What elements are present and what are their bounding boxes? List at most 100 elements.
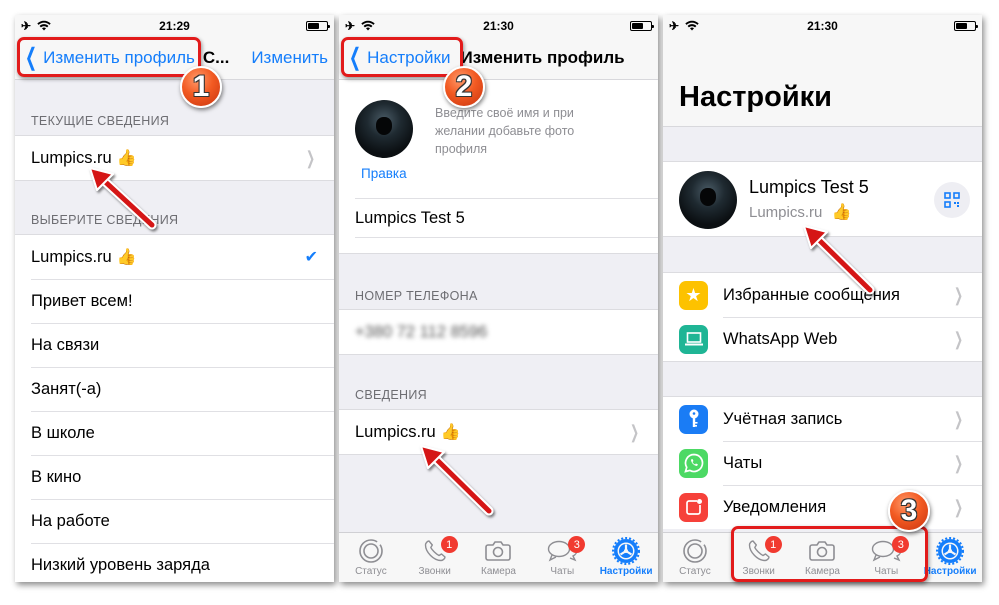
- avatar: [679, 171, 737, 229]
- qr-code-icon: [944, 192, 960, 208]
- phone-number-row: +380 72 112 8596: [339, 310, 658, 354]
- status-icon: [359, 539, 383, 563]
- tab-label: Настройки: [923, 566, 977, 577]
- edit-button[interactable]: Изменить: [251, 48, 328, 68]
- chevron-left-icon: ❮: [25, 43, 38, 71]
- menu-label: Учётная запись: [723, 409, 843, 428]
- qr-code-button[interactable]: [934, 182, 970, 218]
- profile-name: Lumpics Test 5: [749, 177, 869, 197]
- about-option[interactable]: Низкий уровень заряда: [15, 543, 334, 582]
- about-option[interactable]: В кино: [15, 455, 334, 499]
- menu-label: WhatsApp Web: [723, 329, 838, 348]
- tab-label: Камера: [805, 566, 840, 577]
- status-icon: [683, 539, 707, 563]
- phone-group: +380 72 112 8596: [339, 309, 658, 355]
- wifi-icon: [37, 20, 51, 31]
- menu-starred-messages[interactable]: ★ Избранные сообщения ❯: [663, 273, 982, 317]
- calls-badge: 1: [764, 536, 782, 553]
- status-bar: ✈ 21:30: [339, 15, 658, 36]
- screen-settings: ✈ 21:30 Настройки Lumpics Test 5 Lumpics…: [663, 15, 982, 582]
- option-label: На работе: [31, 511, 110, 530]
- avatar[interactable]: [355, 100, 413, 158]
- option-label: В школе: [31, 423, 95, 442]
- page-title: Настройки: [679, 81, 833, 113]
- status-bar: ✈ 21:30: [663, 15, 982, 36]
- profile-status-text: Lumpics.ru: [749, 204, 823, 221]
- menu-account[interactable]: Учётная запись ❯: [663, 397, 982, 441]
- about-option[interactable]: Занят(-а): [15, 367, 334, 411]
- thumbs-up-icon: 👍: [831, 204, 852, 221]
- about-option[interactable]: Lumpics.ru 👍 ✔: [15, 235, 334, 279]
- screen-edit-profile: ✈ 21:30 ❮ Настройки Изменить профиль Вве…: [339, 15, 658, 582]
- tab-camera[interactable]: Камера: [791, 533, 855, 582]
- about-option[interactable]: Привет всем!: [15, 279, 334, 323]
- chevron-right-icon: ❯: [953, 496, 963, 517]
- menu-whatsapp-web[interactable]: WhatsApp Web ❯: [663, 317, 982, 361]
- option-label: На связи: [31, 335, 100, 354]
- profile-hint: Введите своё имя и при желании добавьте …: [435, 106, 575, 156]
- option-label: Привет всем!: [31, 291, 133, 310]
- chevron-right-icon: ❯: [953, 408, 963, 429]
- tab-status[interactable]: Статус: [663, 533, 727, 582]
- about-row[interactable]: Lumpics.ru 👍 ❯: [339, 410, 658, 454]
- name-input[interactable]: Lumpics Test 5: [355, 198, 658, 238]
- menu-notifications[interactable]: Уведомления ❯: [663, 485, 982, 529]
- option-label: Lumpics.ru: [31, 247, 112, 266]
- tab-label: Звонки: [742, 566, 775, 577]
- tab-label: Статус: [679, 566, 711, 577]
- tab-calls[interactable]: Звонки 1: [727, 533, 791, 582]
- about-option[interactable]: На работе: [15, 499, 334, 543]
- section-header-current: ТЕКУЩИЕ СВЕДЕНИЯ: [31, 114, 170, 128]
- tab-label: Камера: [481, 566, 516, 577]
- current-about-group: Lumpics.ru 👍 ❯: [15, 135, 334, 181]
- profile-edit-block: Введите своё имя и при желании добавьте …: [339, 80, 658, 254]
- section-header-about: СВЕДЕНИЯ: [355, 388, 427, 402]
- about-options-list: Lumpics.ru 👍 ✔ Привет всем! На связи Зан…: [15, 234, 334, 582]
- thumbs-up-icon: 👍: [116, 249, 137, 266]
- chats-badge: 3: [568, 536, 586, 553]
- chevron-right-icon: ❯: [629, 421, 639, 442]
- tab-chats[interactable]: Чаты 3: [854, 533, 918, 582]
- profile-card[interactable]: Lumpics Test 5 Lumpics.ru 👍: [663, 161, 982, 237]
- tab-settings[interactable]: Настройки: [594, 533, 658, 582]
- battery-icon: [954, 20, 978, 31]
- nav-bar: ❮ Настройки Изменить профиль: [339, 36, 658, 80]
- current-about-text: Lumpics.ru: [31, 148, 112, 167]
- edit-photo-link[interactable]: Правка: [361, 166, 407, 181]
- chevron-right-icon: ❯: [953, 328, 963, 349]
- option-label: Занят(-а): [31, 379, 102, 398]
- airplane-icon: ✈: [21, 18, 32, 33]
- nav-title: Изменить профиль: [460, 47, 625, 67]
- key-icon: [679, 404, 708, 434]
- section-header-choose: ВЫБЕРИТЕ СВЕДЕНИЯ: [31, 213, 179, 227]
- current-about-row[interactable]: Lumpics.ru 👍 ❯: [15, 136, 334, 180]
- menu-label: Чаты: [723, 453, 763, 472]
- tab-camera[interactable]: Камера: [467, 533, 531, 582]
- back-button[interactable]: ❮ Изменить профиль: [21, 43, 195, 71]
- calls-badge: 1: [440, 536, 458, 553]
- about-option[interactable]: В школе: [15, 411, 334, 455]
- back-button[interactable]: ❮ Настройки: [345, 43, 450, 71]
- notification-icon: [679, 492, 708, 522]
- tab-label: Чаты: [550, 566, 575, 577]
- phone-number: +380 72 112 8596: [355, 322, 488, 341]
- tab-settings[interactable]: Настройки: [918, 533, 982, 582]
- status-time: 21:29: [159, 18, 190, 33]
- tab-calls[interactable]: Звонки 1: [403, 533, 467, 582]
- tab-chats[interactable]: Чаты 3: [530, 533, 594, 582]
- menu-chats[interactable]: Чаты ❯: [663, 441, 982, 485]
- wifi-icon: [685, 20, 699, 31]
- option-label: Низкий уровень заряда: [31, 555, 210, 574]
- tab-status[interactable]: Статус: [339, 533, 403, 582]
- about-text: Lumpics.ru: [355, 422, 436, 441]
- about-option[interactable]: На связи: [15, 323, 334, 367]
- chevron-left-icon: ❮: [349, 43, 362, 71]
- camera-icon: [485, 541, 512, 561]
- airplane-icon: ✈: [669, 18, 680, 33]
- section-header-phone: НОМЕР ТЕЛЕФОНА: [355, 289, 478, 303]
- profile-status: Lumpics.ru 👍: [749, 202, 851, 222]
- menu-label: Уведомления: [723, 497, 827, 516]
- status-time: 21:30: [807, 18, 838, 33]
- checkmark-icon: ✔: [304, 249, 318, 266]
- camera-icon: [809, 541, 836, 561]
